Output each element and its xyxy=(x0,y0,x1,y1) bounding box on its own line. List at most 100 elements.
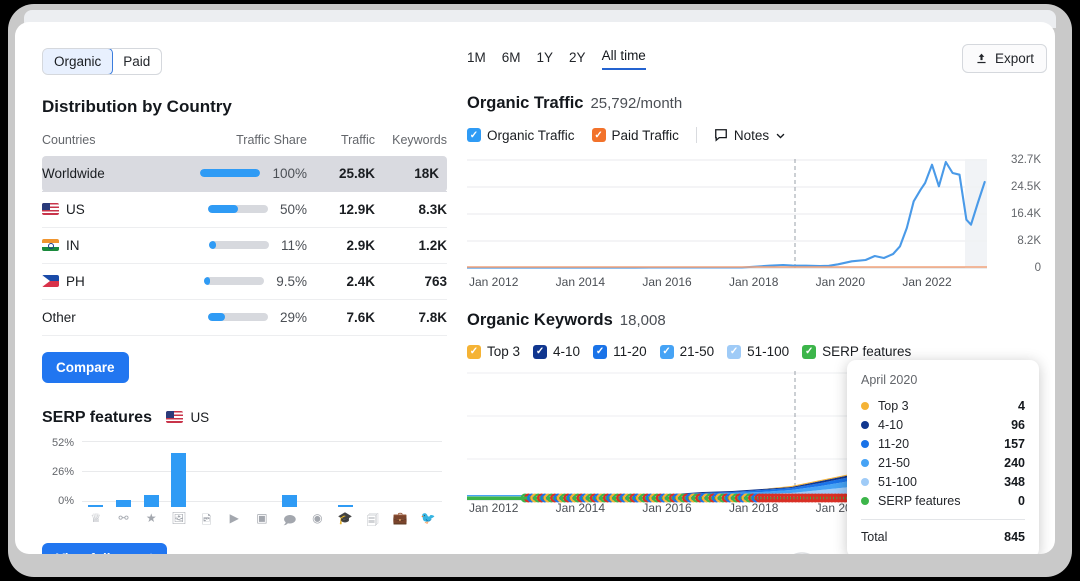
row-traffic[interactable]: 2.4K xyxy=(307,264,375,300)
legend-organic-traffic[interactable]: ✓ Organic Traffic xyxy=(467,128,575,143)
tweet-icon: 🐦 xyxy=(414,511,442,532)
knowledge-panel-icon: 🎓 xyxy=(331,511,359,532)
featured-snippet-icon: ♕ xyxy=(82,511,110,532)
keywords-legend-SERP-features[interactable]: ✓SERP features xyxy=(802,344,911,359)
organic-traffic-chart: 32.7K 24.5K 16.4K 8.2K 0 Jan 2012Jan 201… xyxy=(467,159,1047,289)
legend-organic-traffic-label: Organic Traffic xyxy=(487,128,575,143)
range-tab-6m[interactable]: 6M xyxy=(502,50,521,70)
xtick-3: Jan 2018 xyxy=(729,501,778,515)
checkbox[interactable]: ✓ xyxy=(802,345,816,359)
serp-country: US xyxy=(166,410,209,425)
label: 51-100 xyxy=(747,344,789,359)
share-label: 11% xyxy=(281,238,307,253)
series-dot xyxy=(861,440,869,448)
keywords-legend-51-100[interactable]: ✓ 51-100 xyxy=(727,344,789,359)
row-traffic: 25.8K xyxy=(307,156,375,192)
tooltip-row-Top-3: Top 34 xyxy=(861,396,1025,415)
organic-traffic-value: 25,792/month xyxy=(590,95,682,112)
tooltip-total-row: Total 845 xyxy=(861,527,1025,546)
keywords-legend-21-50[interactable]: ✓21-50 xyxy=(660,344,715,359)
serp-bars xyxy=(82,441,442,507)
share-label: 100% xyxy=(272,166,307,181)
people-also-ask-icon: 🗐 xyxy=(359,511,387,532)
keywords-legend-4-10[interactable]: ✓4-10 xyxy=(533,344,580,359)
toggle-option-paid[interactable]: Paid xyxy=(112,49,161,74)
checkbox[interactable]: ✓ xyxy=(467,345,481,359)
keywords-legend-Top-3[interactable]: ✓Top 3 xyxy=(467,344,520,359)
share-label: 9.5% xyxy=(276,274,307,289)
serp-bar-reviews[interactable] xyxy=(137,495,165,507)
upload-icon xyxy=(975,52,988,65)
screenshot-root: Organic Paid Distribution by Country Cou… xyxy=(0,0,1080,581)
legend-paid-traffic-label: Paid Traffic xyxy=(612,128,679,143)
thumbnail-icon: 🖻 xyxy=(193,511,221,532)
series-value: 0 xyxy=(1018,494,1025,508)
range-tab-1y[interactable]: 1Y xyxy=(537,50,554,70)
series-label: SERP features xyxy=(878,494,960,508)
table-row[interactable]: US50%12.9K8.3K xyxy=(42,192,447,228)
row-country: Other xyxy=(42,300,192,336)
series-value: 240 xyxy=(1004,456,1025,470)
toggle-option-organic[interactable]: Organic xyxy=(42,48,113,75)
serp-bar-sitelinks[interactable] xyxy=(110,500,138,507)
traffic-legend[interactable]: ✓ Organic Traffic ✓ Paid Traffic Notes xyxy=(467,127,1047,143)
series-dot xyxy=(861,402,869,410)
keywords-legend[interactable]: ✓Top 3✓4-10✓11-20✓21-50✓51-100✓SERP feat… xyxy=(467,344,1047,359)
xtick-2: Jan 2016 xyxy=(642,501,691,515)
row-traffic[interactable]: 12.9K xyxy=(307,192,375,228)
row-traffic-share: 11% xyxy=(192,228,307,264)
organic-paid-toggle[interactable]: Organic Paid xyxy=(42,48,162,75)
range-tab-2y[interactable]: 2Y xyxy=(569,50,586,70)
xtick-4: Jan 2020 xyxy=(816,275,865,289)
serp-plot-area xyxy=(82,441,442,507)
share-bar xyxy=(204,277,264,285)
row-keywords: 7.8K xyxy=(375,300,447,336)
keywords-legend-11-20[interactable]: ✓11-20 xyxy=(593,344,647,359)
tooltip-row-21-50: 21-50240 xyxy=(861,453,1025,472)
share-label: 29% xyxy=(280,310,307,325)
table-row[interactable]: IN11%2.9K1.2K xyxy=(42,228,447,264)
col-traffic-share: Traffic Share xyxy=(192,133,307,156)
table-row[interactable]: PH9.5%2.4K763 xyxy=(42,264,447,300)
wechat-icon xyxy=(785,550,829,554)
row-keywords[interactable]: 8.3K xyxy=(375,192,447,228)
row-traffic-share: 50% xyxy=(192,192,307,228)
organic-traffic-heading: Organic Traffic25,792/month xyxy=(467,94,1047,113)
serp-bar-faq[interactable] xyxy=(276,495,304,507)
serp-bar-image-pack[interactable] xyxy=(165,453,193,507)
notes-dropdown[interactable]: Notes xyxy=(714,128,786,143)
traffic-ytick-0: 32.7K xyxy=(1011,154,1041,166)
row-traffic[interactable]: 2.9K xyxy=(307,228,375,264)
organic-traffic-checkbox[interactable]: ✓ xyxy=(467,128,481,142)
row-traffic-share: 9.5% xyxy=(192,264,307,300)
range-tab-1m[interactable]: 1M xyxy=(467,50,486,70)
table-row[interactable]: Worldwide100%25.8K18K xyxy=(42,156,447,192)
view-full-report-button[interactable]: View full report xyxy=(42,543,167,554)
row-keywords[interactable]: 763 xyxy=(375,264,447,300)
export-button[interactable]: Export xyxy=(962,44,1047,73)
tooltip-date: April 2020 xyxy=(861,373,1025,387)
paid-traffic-checkbox[interactable]: ✓ xyxy=(592,128,606,142)
serp-features-title: SERP features US xyxy=(42,409,447,427)
checkbox[interactable]: ✓ xyxy=(533,345,547,359)
jobs-icon: 💼 xyxy=(387,511,415,532)
serp-bar-featured-snippet[interactable] xyxy=(82,505,110,507)
series-dot xyxy=(861,421,869,429)
compare-button[interactable]: Compare xyxy=(42,352,129,383)
checkbox[interactable]: ✓ xyxy=(727,345,741,359)
local-pack-icon: ◉ xyxy=(304,511,332,532)
share-bar xyxy=(209,241,269,249)
range-tab-all-time[interactable]: All time xyxy=(602,48,646,70)
time-range-tabs[interactable]: 1M 6M 1Y 2Y All time xyxy=(467,48,1047,70)
checkbox[interactable]: ✓ xyxy=(593,345,607,359)
video-carousel-icon: ▣ xyxy=(248,511,276,532)
xtick-1: Jan 2014 xyxy=(556,501,605,515)
checkbox[interactable]: ✓ xyxy=(660,345,674,359)
series-dot xyxy=(861,497,869,505)
serp-bar-knowledge-panel[interactable] xyxy=(331,505,359,507)
legend-paid-traffic[interactable]: ✓ Paid Traffic xyxy=(592,128,679,143)
table-row[interactable]: Other29%7.6K7.8K xyxy=(42,300,447,336)
share-bar xyxy=(208,205,268,213)
row-traffic-share: 100% xyxy=(192,156,307,192)
row-keywords[interactable]: 1.2K xyxy=(375,228,447,264)
